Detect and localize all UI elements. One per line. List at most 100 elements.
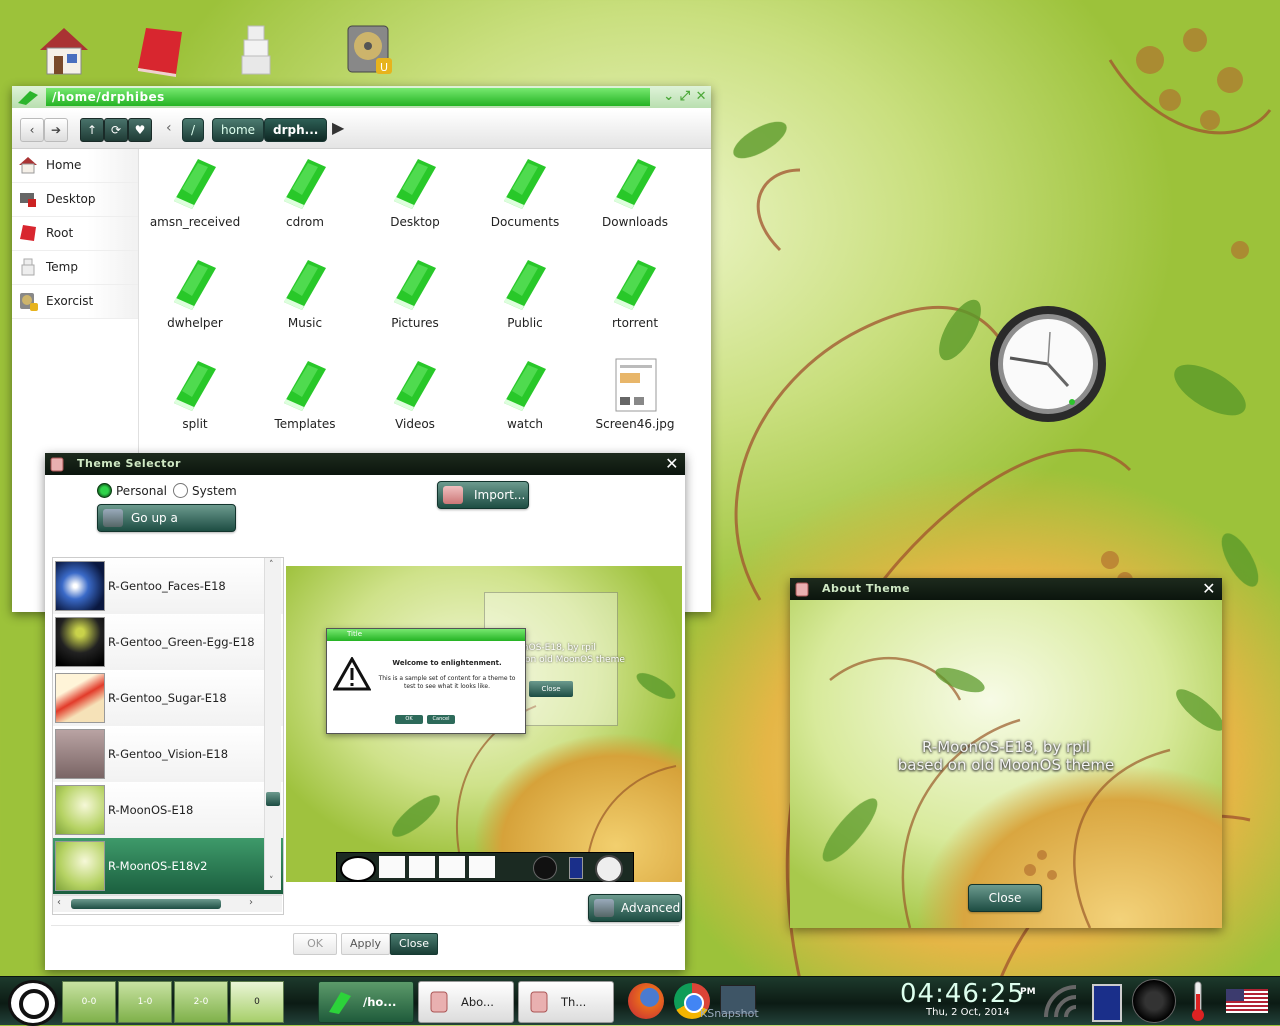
task-about-theme[interactable]: Abo... [418, 981, 514, 1023]
apply-button[interactable]: Apply [341, 933, 391, 955]
task-theme-selector[interactable]: Th... [518, 981, 614, 1023]
home-icon[interactable] [36, 22, 92, 78]
theme-list-item[interactable]: R-MoonOS-E18 [53, 782, 283, 839]
folder-icon [174, 260, 216, 310]
theme-icon [795, 582, 809, 597]
scroll-up-icon[interactable]: ˄ [269, 560, 274, 570]
folder-icon [394, 159, 436, 209]
thermometer-icon[interactable] [1190, 980, 1206, 1022]
scroll-left-icon[interactable]: ‹ [57, 897, 61, 908]
scroll-down-icon[interactable]: ˅ [269, 876, 274, 886]
us-flag-icon[interactable] [1226, 989, 1268, 1013]
list-horizontal-scrollbar[interactable]: ‹ › [53, 895, 282, 912]
close-icon[interactable]: ✕ [696, 89, 707, 104]
import-button[interactable]: Import... [437, 481, 529, 509]
import-label: Import... [474, 488, 526, 502]
theme-list-item[interactable]: R-Gentoo_Faces-E18 [53, 558, 283, 615]
theme-list-item[interactable]: R-Gentoo_Green-Egg-E18 [53, 614, 283, 671]
scroll-right-icon[interactable]: › [249, 897, 253, 908]
clock-face-icon [990, 306, 1106, 422]
battery-icon[interactable] [1092, 984, 1122, 1022]
start-menu-icon[interactable] [8, 980, 58, 1026]
file-item-image[interactable]: Screen46.jpg [580, 351, 690, 447]
preview-dialog-title: Title [347, 630, 363, 638]
breadcrumb-left-icon[interactable]: ‹ [166, 120, 172, 136]
breadcrumb-next-icon[interactable]: ▶ [332, 118, 344, 137]
breadcrumb-root[interactable]: / [182, 118, 205, 142]
package-icon[interactable] [228, 22, 284, 78]
theme-list-item[interactable]: R-Gentoo_Sugar-E18 [53, 670, 283, 727]
book-icon[interactable] [132, 22, 188, 78]
folder-item[interactable]: dwhelper [140, 250, 250, 346]
list-vertical-scrollbar[interactable]: ˄ ˅ [264, 558, 281, 890]
warning-icon [333, 657, 371, 691]
up-button[interactable]: ↑ [80, 118, 104, 142]
sidebar-item-temp[interactable]: Temp [12, 251, 138, 285]
task-file-manager[interactable]: /ho... [318, 981, 414, 1023]
sidebar-item-root[interactable]: Root [12, 217, 138, 251]
desk-2-0[interactable]: 2-0 [174, 981, 228, 1023]
maximize-icon[interactable]: ⤢ [680, 89, 691, 104]
file-manager-titlebar[interactable]: /home/drphibes ⌄ ⤢ ✕ [12, 86, 711, 108]
folder-icon [394, 361, 436, 411]
theme-list-item[interactable]: R-MoonOS-E18v2 [53, 838, 283, 895]
folder-icon [504, 159, 546, 209]
go-up-directory-button[interactable]: Go up a Directory [97, 504, 236, 551]
sidebar-item-label: Temp [46, 260, 78, 274]
sidebar-item-desktop[interactable]: Desktop [12, 183, 138, 217]
minimize-icon[interactable]: ⌄ [663, 89, 674, 104]
folder-icon [394, 260, 436, 310]
theme-list[interactable]: R-Gentoo_Faces-E18 R-Gentoo_Green-Egg-E18… [52, 557, 284, 915]
system-radio[interactable] [173, 483, 188, 498]
theme-list-item[interactable]: R-Gentoo_Vision-E18 [53, 726, 283, 783]
theme-preview: R-MoonOS-E18, by rpil based on old MoonO… [286, 566, 682, 882]
folder-item[interactable]: Documents [470, 149, 580, 245]
forward-button[interactable]: ➔ [44, 118, 68, 142]
folder-item[interactable]: rtorrent [580, 250, 690, 346]
folder-item[interactable]: Music [250, 250, 360, 346]
breadcrumb-current[interactable]: drph... [264, 118, 328, 142]
file-label: Documents [490, 215, 560, 229]
close-button[interactable]: Close [390, 933, 438, 955]
folder-icon [174, 361, 216, 411]
folder-item[interactable]: Videos [360, 351, 470, 447]
advanced-label: Advanced [621, 901, 681, 915]
advanced-button[interactable]: Advanced [588, 894, 682, 922]
preview-cancel-button: Cancel [427, 715, 455, 724]
about-close-button[interactable]: Close [968, 884, 1042, 912]
harddisk-icon[interactable]: U [342, 22, 398, 78]
wifi-icon[interactable] [1040, 983, 1080, 1019]
scroll-thumb[interactable] [266, 792, 280, 806]
folder-item[interactable]: amsn_received [140, 149, 250, 245]
theme-selector-titlebar[interactable]: Theme Selector ✕ [45, 453, 685, 475]
personal-radio[interactable] [97, 483, 112, 498]
refresh-button[interactable]: ⟳ [104, 118, 128, 142]
ok-button[interactable]: OK [293, 933, 337, 955]
window-title: Theme Selector [77, 457, 181, 470]
preview-dialog-heading: Welcome to enlightenment. [392, 659, 502, 667]
firefox-icon[interactable] [628, 983, 664, 1019]
sidebar-item-label: Root [46, 226, 74, 240]
breadcrumb-home[interactable]: home [212, 118, 265, 142]
clock-gadget[interactable] [988, 304, 1108, 424]
folder-item[interactable]: cdrom [250, 149, 360, 245]
favorite-button[interactable]: ♥ [128, 118, 152, 142]
about-theme-titlebar[interactable]: About Theme ✕ [790, 578, 1222, 600]
volume-icon[interactable] [1132, 979, 1176, 1023]
desk-1-0[interactable]: 1-0 [118, 981, 172, 1023]
sidebar-item-home[interactable]: Home [12, 149, 138, 183]
sidebar-item-exorcist[interactable]: Exorcist [12, 285, 138, 319]
folder-item[interactable]: Desktop [360, 149, 470, 245]
folder-item[interactable]: split [140, 351, 250, 447]
desk-0-0[interactable]: 0-0 [62, 981, 116, 1023]
back-button[interactable]: ‹ [20, 118, 44, 142]
folder-item[interactable]: Downloads [580, 149, 690, 245]
folder-item[interactable]: watch [470, 351, 580, 447]
folder-item[interactable]: Pictures [360, 250, 470, 346]
desk-current[interactable]: 0 [230, 981, 284, 1023]
hscroll-thumb[interactable] [71, 899, 221, 909]
folder-item[interactable]: Templates [250, 351, 360, 447]
folder-item[interactable]: Public [470, 250, 580, 346]
close-icon[interactable]: ✕ [1202, 579, 1216, 598]
close-icon[interactable]: ✕ [665, 454, 679, 473]
